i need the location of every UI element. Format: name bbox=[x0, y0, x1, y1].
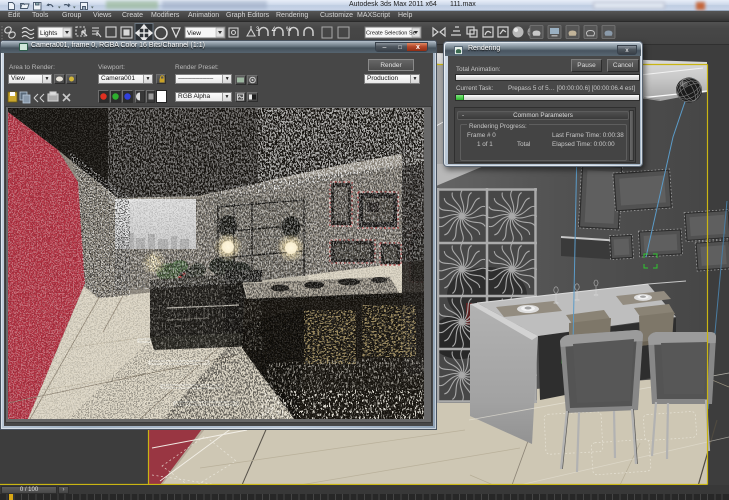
svg-text:Lights: Lights bbox=[40, 30, 58, 37]
svg-text:∠: ∠ bbox=[271, 26, 276, 33]
svg-text:Create Selection Se: Create Selection Se bbox=[366, 31, 416, 37]
svg-text:View: View bbox=[187, 30, 201, 37]
svg-text:%: % bbox=[286, 27, 292, 33]
